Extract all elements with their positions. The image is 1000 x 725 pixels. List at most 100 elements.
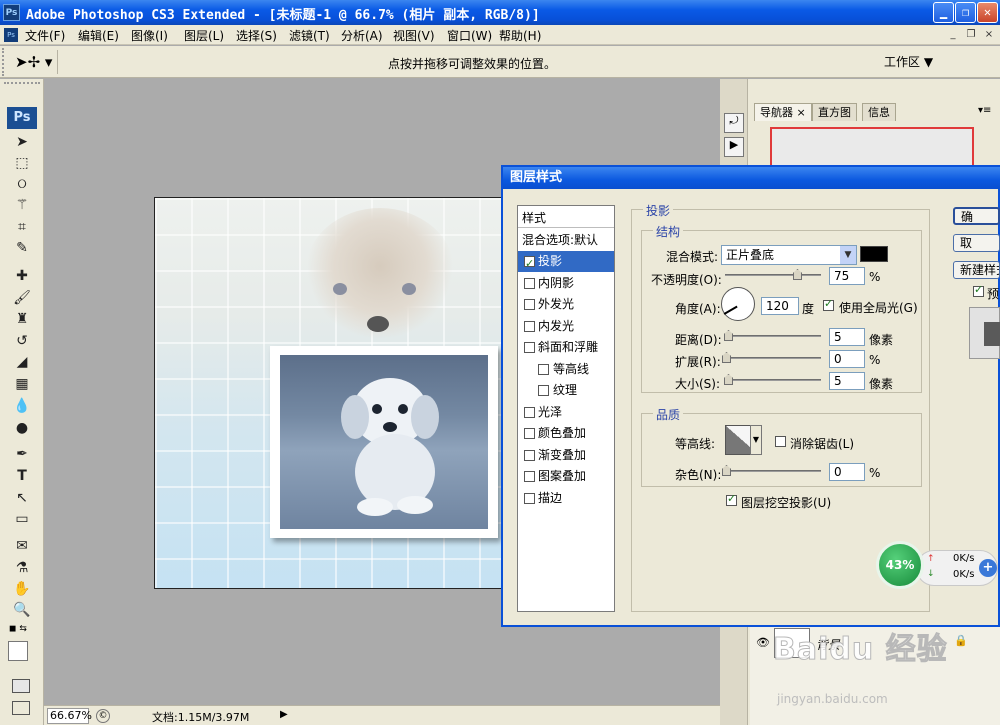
path-select-icon[interactable]: ↖: [12, 489, 32, 507]
menu-view[interactable]: 视图(V): [393, 27, 435, 44]
style-checkbox[interactable]: [524, 277, 535, 289]
doc-minimize-button[interactable]: _: [946, 28, 960, 41]
style-item[interactable]: 投影: [518, 251, 614, 274]
marquee-icon[interactable]: ⬚: [12, 154, 32, 172]
style-checkbox[interactable]: [524, 471, 535, 482]
notes-icon[interactable]: ✉: [12, 537, 32, 555]
grip-handle[interactable]: [4, 82, 40, 88]
spread-input[interactable]: 0: [829, 350, 865, 368]
style-checkbox[interactable]: [524, 492, 535, 504]
crop-icon[interactable]: ⌗: [12, 218, 32, 236]
grip-handle[interactable]: [2, 48, 8, 76]
knockout-checkbox[interactable]: ✓: [726, 492, 737, 506]
menu-help[interactable]: 帮助(H): [499, 27, 541, 44]
antialias-checkbox[interactable]: [775, 436, 786, 447]
document-icon[interactable]: Ps: [4, 28, 18, 42]
menu-edit[interactable]: 编辑(E): [78, 27, 119, 44]
blend-mode-select[interactable]: 正片叠底 ▼: [721, 245, 857, 265]
pen-icon[interactable]: ✒: [12, 445, 32, 463]
angle-dial[interactable]: [721, 287, 755, 321]
blending-options-item[interactable]: 混合选项:默认: [518, 230, 614, 251]
angle-input[interactable]: 120: [761, 297, 799, 315]
panel-menu-icon[interactable]: ▾≡: [978, 105, 991, 116]
global-light-checkbox[interactable]: ✓: [823, 297, 834, 311]
opacity-input[interactable]: 75: [829, 267, 865, 285]
hand-icon[interactable]: ✋: [12, 580, 32, 598]
screen-mode-icon[interactable]: [12, 701, 30, 715]
doc-close-button[interactable]: ×: [982, 28, 996, 41]
healing-brush-icon[interactable]: ✚: [12, 267, 32, 285]
style-item[interactable]: 纹理: [518, 380, 614, 401]
clone-stamp-icon[interactable]: ♜: [12, 310, 32, 328]
style-checkbox[interactable]: [538, 385, 549, 396]
new-style-button[interactable]: 新建样式: [953, 261, 1000, 279]
style-checkbox[interactable]: [524, 428, 535, 439]
workspace-menu[interactable]: 工作区 ▼: [884, 53, 933, 70]
style-checkbox[interactable]: [524, 299, 535, 310]
photo-layer-with-shadow[interactable]: [270, 346, 498, 538]
cancel-button[interactable]: 取: [953, 234, 1000, 252]
preview-checkbox[interactable]: ✓: [973, 283, 984, 297]
status-menu-arrow-icon[interactable]: ▶: [280, 709, 288, 720]
tab-navigator[interactable]: 导航器 ×: [754, 103, 812, 121]
shape-icon[interactable]: ▭: [12, 510, 32, 528]
style-checkbox[interactable]: [524, 320, 535, 332]
style-item[interactable]: 内发光: [518, 316, 614, 337]
size-input[interactable]: 5: [829, 372, 865, 390]
lasso-icon[interactable]: ଠ: [12, 175, 32, 193]
menu-layer[interactable]: 图层(L): [184, 27, 224, 44]
menu-window[interactable]: 窗口(W): [447, 27, 492, 44]
close-button[interactable]: ✕: [977, 2, 998, 23]
tab-histogram[interactable]: 直方图: [812, 103, 857, 121]
eyedropper-icon[interactable]: ⚗: [12, 559, 32, 577]
quick-mask-icon[interactable]: [12, 679, 30, 693]
chevron-down-icon[interactable]: ▼: [750, 425, 762, 455]
menu-file[interactable]: 文件(F): [25, 27, 65, 44]
style-item[interactable]: 等高线: [518, 359, 614, 380]
navigator-preview[interactable]: [770, 127, 974, 167]
move-tool-preset-icon[interactable]: ➤✢ ▾: [15, 53, 52, 71]
noise-input[interactable]: 0: [829, 463, 865, 481]
style-item[interactable]: 图案叠加: [518, 466, 614, 487]
history-panel-icon[interactable]: ⤾: [724, 113, 744, 133]
style-item[interactable]: 内阴影: [518, 273, 614, 294]
noise-slider[interactable]: [725, 470, 821, 472]
style-item[interactable]: 斜面和浮雕: [518, 337, 614, 358]
foreground-color-swatch[interactable]: [8, 641, 28, 661]
menu-filter[interactable]: 滤镜(T): [289, 27, 330, 44]
minimize-button[interactable]: ▁: [933, 2, 954, 23]
memory-usage-circle[interactable]: 43%: [876, 541, 924, 589]
style-checkbox[interactable]: [524, 253, 535, 274]
style-checkbox[interactable]: [524, 406, 535, 418]
actions-panel-icon[interactable]: ▶: [724, 137, 744, 157]
move-icon[interactable]: ➤: [12, 133, 32, 151]
type-icon[interactable]: T: [12, 467, 32, 485]
size-slider[interactable]: [725, 379, 821, 381]
tab-info[interactable]: 信息: [862, 103, 896, 121]
doc-restore-button[interactable]: ❐: [964, 28, 978, 41]
history-brush-icon[interactable]: ↺: [12, 332, 32, 350]
style-checkbox[interactable]: [524, 449, 535, 461]
style-checkbox[interactable]: [538, 363, 549, 375]
zoom-icon[interactable]: 🔍: [12, 601, 32, 619]
default-colors-icon[interactable]: ◼ ⇆: [9, 624, 27, 634]
gradient-icon[interactable]: ▦: [12, 375, 32, 393]
style-item[interactable]: 描边: [518, 488, 614, 509]
opacity-slider[interactable]: [725, 274, 821, 276]
network-speed-widget[interactable]: ↑ 0K/s ↓ 0K/s + 43%: [876, 541, 1000, 591]
magic-wand-icon[interactable]: ⚚: [12, 196, 32, 214]
menu-select[interactable]: 选择(S): [236, 27, 277, 44]
plus-icon[interactable]: +: [979, 559, 997, 577]
slice-icon[interactable]: ✎: [12, 239, 32, 257]
status-info-icon[interactable]: ©: [96, 709, 110, 723]
brush-icon[interactable]: 🖌: [12, 289, 32, 307]
blur-icon[interactable]: 💧: [12, 397, 32, 415]
style-item[interactable]: 外发光: [518, 294, 614, 315]
eraser-icon[interactable]: ◢: [12, 353, 32, 371]
zoom-level-field[interactable]: 66.67%: [47, 708, 92, 724]
menu-analysis[interactable]: 分析(A): [341, 27, 383, 44]
menu-image[interactable]: 图像(I): [131, 27, 168, 44]
distance-slider[interactable]: [725, 335, 821, 337]
restore-button[interactable]: ❐: [955, 2, 976, 23]
distance-input[interactable]: 5: [829, 328, 865, 346]
